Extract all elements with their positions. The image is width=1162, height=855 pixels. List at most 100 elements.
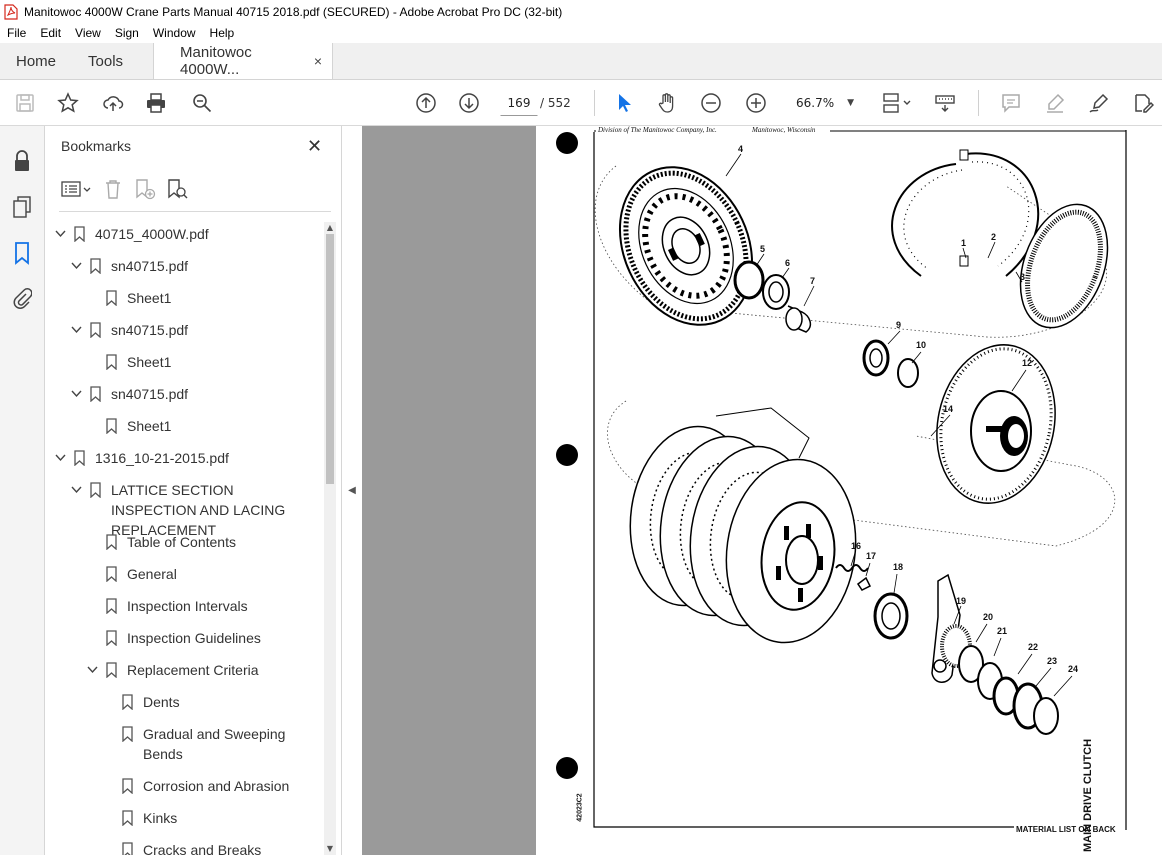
bookmark-icon	[121, 808, 133, 828]
new-bookmark-icon[interactable]	[131, 175, 159, 203]
bookmark-item[interactable]: Corrosion and Abrasion	[45, 776, 323, 796]
edit-tools-icon[interactable]	[1131, 91, 1155, 115]
page-down-icon[interactable]	[457, 91, 481, 115]
bookmark-label: General	[127, 566, 177, 582]
bookmark-item[interactable]: Sheet1	[45, 288, 323, 308]
bookmark-item[interactable]: LATTICE SECTION INSPECTION AND LACING RE…	[45, 480, 323, 540]
menu-edit[interactable]: Edit	[33, 26, 68, 40]
bookmark-item[interactable]: Kinks	[45, 808, 323, 828]
bookmarks-scrollbar[interactable]: ▲ ▼	[324, 222, 336, 855]
bookmark-options-icon[interactable]	[59, 175, 95, 203]
page-number-input[interactable]: 169	[500, 90, 538, 116]
tab-document[interactable]: Manitowoc 4000W... ×	[153, 43, 334, 79]
bookmark-item[interactable]: Sheet1	[45, 416, 323, 436]
tab-tools[interactable]: Tools	[72, 43, 139, 79]
find-bookmark-icon[interactable]	[163, 175, 191, 203]
close-icon[interactable]: ✕	[307, 136, 322, 157]
bookmark-item[interactable]: 40715_4000W.pdf	[45, 224, 323, 244]
comment-icon[interactable]	[999, 91, 1023, 115]
attachment-icon[interactable]	[10, 286, 34, 312]
hand-tool-icon[interactable]	[655, 91, 679, 115]
zoom-select[interactable]: 66.7% ▼	[786, 90, 858, 116]
bookmark-icon	[121, 840, 133, 855]
bookmark-icon	[105, 660, 117, 680]
save-icon[interactable]	[13, 91, 37, 115]
menu-file[interactable]: File	[0, 26, 33, 40]
menu-sign[interactable]: Sign	[108, 26, 146, 40]
bookmark-label: 1316_10-21-2015.pdf	[95, 450, 229, 466]
pages-icon[interactable]	[10, 194, 34, 220]
scroll-thumb[interactable]	[326, 234, 334, 484]
tab-home[interactable]: Home	[0, 43, 72, 79]
bookmark-item[interactable]: Sheet1	[45, 352, 323, 372]
bookmark-panel-icon[interactable]	[10, 240, 34, 266]
bookmark-item[interactable]: Cracks and Breaks	[45, 840, 323, 855]
menu-window[interactable]: Window	[146, 26, 203, 40]
callout-number: 24	[1068, 664, 1079, 674]
tab-close-icon[interactable]: ×	[314, 53, 322, 69]
callout-number: 3	[1020, 272, 1026, 282]
bookmark-item[interactable]: Dents	[45, 692, 323, 712]
chevron-down-icon[interactable]	[53, 448, 67, 468]
sign-pen-icon[interactable]	[1087, 91, 1111, 115]
page-total: / 552	[540, 96, 571, 110]
chevron-down-icon[interactable]	[69, 256, 83, 276]
zoom-out-icon[interactable]	[699, 91, 723, 115]
bookmark-label: Sheet1	[127, 354, 172, 370]
scroll-up-icon[interactable]: ▲	[324, 222, 336, 234]
menu-view[interactable]: View	[68, 26, 108, 40]
chevron-down-icon[interactable]	[69, 320, 83, 340]
bookmark-icon	[105, 596, 117, 616]
bookmark-item[interactable]: Table of Contents	[45, 532, 323, 552]
bookmark-item[interactable]: sn40715.pdf	[45, 256, 323, 276]
page-side-title: MAIN DRIVE CLUTCH	[1082, 738, 1094, 852]
callout-number: 9	[896, 320, 902, 330]
bookmark-icon	[105, 628, 117, 648]
bookmark-item[interactable]: Replacement Criteria	[45, 660, 323, 680]
page-layout-icon[interactable]	[880, 91, 914, 115]
tab-bar: Home Tools Manitowoc 4000W... ×	[0, 43, 1162, 80]
bookmark-icon	[121, 776, 133, 796]
bookmark-label: Inspection Intervals	[127, 598, 248, 614]
bookmark-label: Inspection Guidelines	[127, 630, 261, 646]
bookmark-item[interactable]: General	[45, 564, 323, 584]
keyboard-icon[interactable]	[933, 91, 957, 115]
punch-hole	[556, 444, 578, 466]
bookmark-icon	[73, 448, 85, 468]
bookmark-item[interactable]: Inspection Intervals	[45, 596, 323, 616]
zoom-in-icon[interactable]	[744, 91, 768, 115]
document-view[interactable]: Division of The Manitowoc Company, Inc. …	[362, 126, 1162, 855]
print-icon[interactable]	[144, 91, 168, 115]
search-zoom-icon[interactable]	[190, 91, 214, 115]
highlight-icon[interactable]	[1043, 91, 1067, 115]
bookmark-label: Corrosion and Abrasion	[143, 778, 290, 794]
menu-help[interactable]: Help	[203, 26, 242, 40]
upload-icon[interactable]	[101, 91, 125, 115]
bookmark-icon	[105, 352, 117, 372]
bookmark-item[interactable]: Gradual and Sweeping Bends	[45, 724, 323, 764]
chevron-down-icon[interactable]	[69, 480, 83, 500]
star-icon[interactable]	[56, 91, 80, 115]
bookmark-label: sn40715.pdf	[111, 386, 189, 402]
bookmark-item[interactable]: Inspection Guidelines	[45, 628, 323, 648]
select-cursor-icon[interactable]	[612, 91, 636, 115]
callout-number: 2	[991, 232, 997, 242]
scroll-down-icon[interactable]: ▼	[324, 843, 336, 855]
bookmark-item[interactable]: 1316_10-21-2015.pdf	[45, 448, 323, 468]
collapse-panel-icon[interactable]: ◀	[346, 485, 358, 501]
window-title: Manitowoc 4000W Crane Parts Manual 40715…	[24, 4, 563, 19]
page-up-icon[interactable]	[414, 91, 438, 115]
delete-bookmark-icon[interactable]	[99, 175, 127, 203]
tab-document-label: Manitowoc 4000W...	[180, 44, 252, 78]
bookmark-item[interactable]: sn40715.pdf	[45, 320, 323, 340]
chevron-down-icon[interactable]	[69, 384, 83, 404]
chevron-down-icon[interactable]	[53, 224, 67, 244]
lock-icon[interactable]	[10, 148, 34, 174]
bookmark-icon	[89, 480, 101, 500]
bookmark-item[interactable]: sn40715.pdf	[45, 384, 323, 404]
chevron-down-icon[interactable]	[85, 660, 99, 680]
bookmark-label: sn40715.pdf	[111, 322, 189, 338]
